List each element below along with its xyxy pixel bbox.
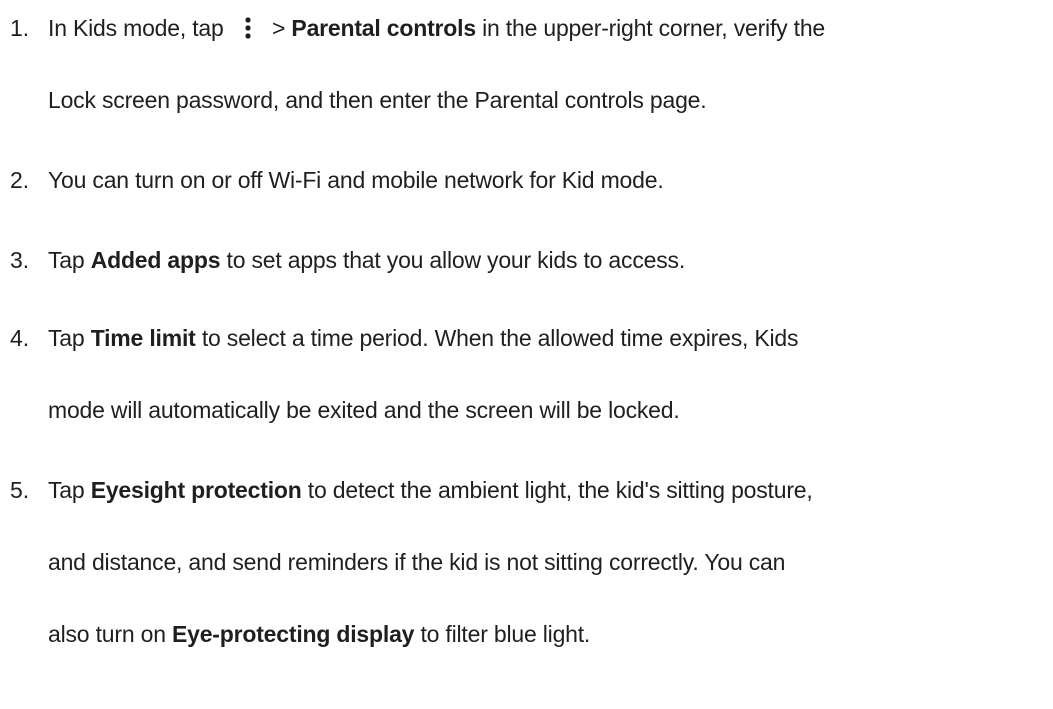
more-vertical-icon — [238, 16, 258, 40]
step-3-line-1: Tap Added apps to set apps that you allo… — [48, 244, 1045, 276]
step-text: Tap — [48, 325, 91, 351]
step-emphasis: Time limit — [90, 325, 196, 351]
instructions-document: 1. In Kids mode, tap > Parental controls… — [0, 0, 1053, 709]
step-number: 1. — [10, 15, 30, 41]
step-text: In Kids mode, tap — [48, 15, 224, 41]
step-text: and distance, and send reminders if the … — [48, 549, 786, 575]
step-4-line-2: mode will automatically be exited and th… — [48, 394, 1045, 426]
step-emphasis: Eyesight protection — [90, 477, 302, 503]
step-5-line-1: Tap Eyesight protection to detect the am… — [48, 474, 1045, 506]
step-text: in the upper-right corner, verify the — [475, 15, 826, 41]
step-number: 3. — [10, 247, 30, 273]
step-emphasis: Eye-protecting display — [171, 621, 415, 647]
step-text: mode will automatically be exited and th… — [48, 397, 680, 423]
step-4-line-1: Tap Time limit to select a time period. … — [48, 322, 1045, 354]
step-text: to detect the ambient light, the kid's s… — [301, 477, 813, 503]
step-2-line-1: You can turn on or off Wi-Fi and mobile … — [48, 164, 1045, 196]
step-text: You can turn on or off Wi-Fi and mobile … — [48, 167, 664, 193]
step-5-line-2: and distance, and send reminders if the … — [48, 546, 1045, 578]
step-text: Tap — [48, 477, 91, 503]
step-number: 2. — [10, 167, 30, 193]
step-text: > — [272, 15, 292, 41]
step-text: Tap — [48, 247, 91, 273]
step-text: also turn on — [48, 621, 172, 647]
step-text: to set apps that you allow your kids to … — [220, 247, 686, 273]
step-1-line-2: Lock screen password, and then enter the… — [48, 84, 1045, 116]
step-text: to filter blue light. — [414, 621, 591, 647]
step-emphasis: Added apps — [90, 247, 221, 273]
step-5-line-3: also turn on Eye-protecting display to f… — [48, 618, 1045, 650]
step-text: Lock screen password, and then enter the… — [48, 87, 707, 113]
step-1-line-1: In Kids mode, tap > Parental controls in… — [48, 12, 1045, 44]
step-number: 5. — [10, 477, 30, 503]
step-text: to select a time period. When the allowe… — [195, 325, 799, 351]
step-number: 4. — [10, 325, 30, 351]
step-emphasis: Parental controls — [291, 15, 476, 41]
